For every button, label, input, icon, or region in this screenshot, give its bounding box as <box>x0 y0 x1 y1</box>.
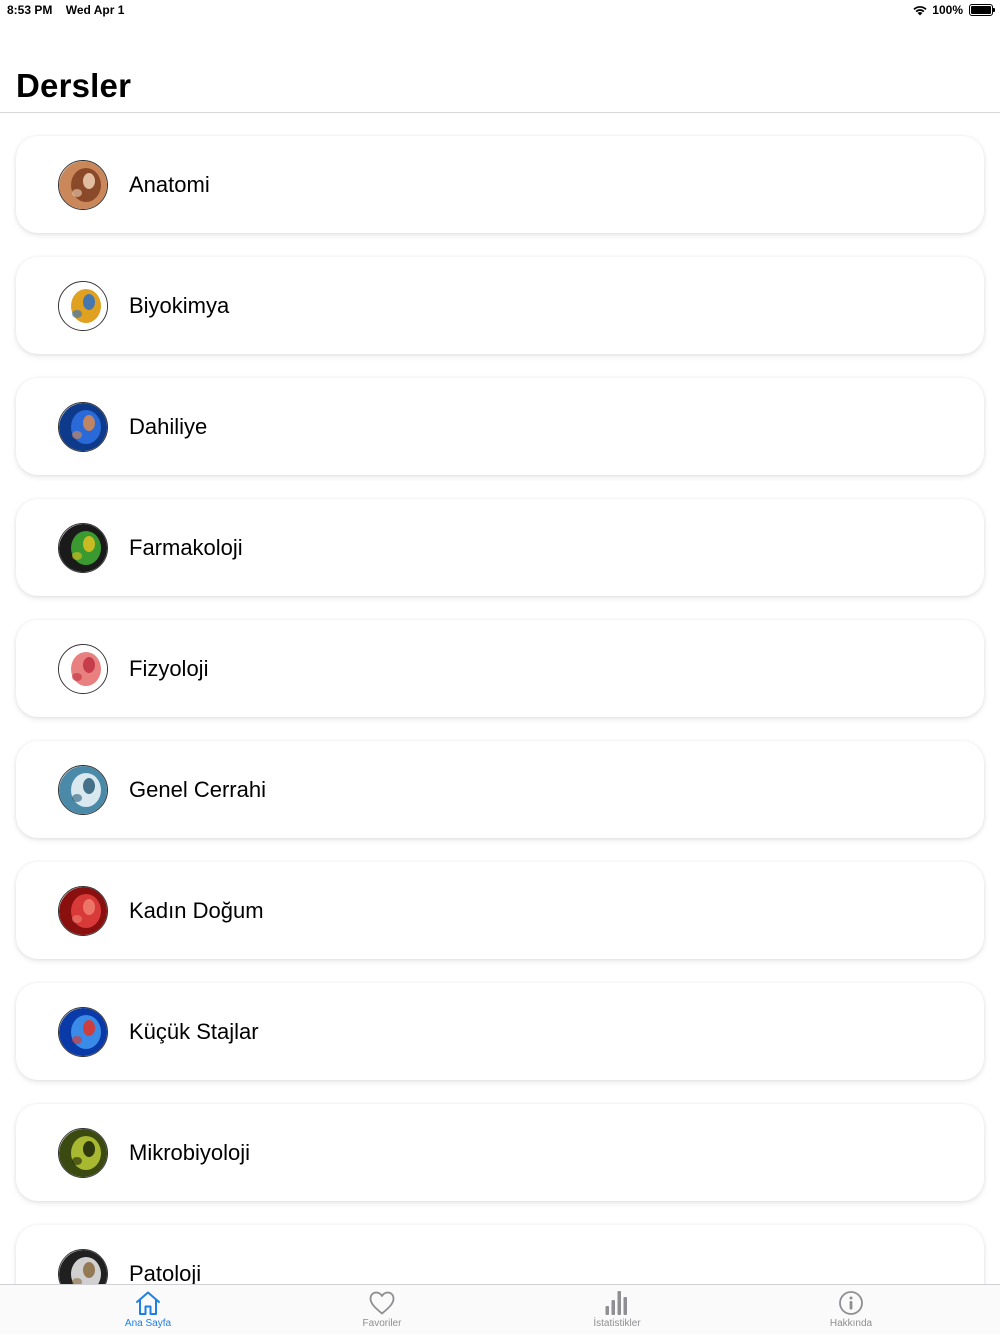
course-card[interactable]: Biyokimya <box>16 257 984 354</box>
bar-chart-icon <box>605 1291 627 1315</box>
tab-label: Ana Sayfa <box>124 1318 172 1329</box>
dna-helix-icon <box>58 280 108 331</box>
pills-icon <box>58 522 108 573</box>
battery-fill <box>971 6 991 14</box>
status-bar: 8:53 PM Wed Apr 1 100% <box>0 0 1000 20</box>
course-card[interactable]: Farmakoloji <box>16 499 984 596</box>
tab-bar: Ana Sayfa Favoriler İstatistikler Hakkın… <box>0 1284 1000 1334</box>
anatomy-head-icon <box>58 159 108 210</box>
tab-istatistikler[interactable]: İstatistikler <box>557 1285 677 1335</box>
status-left: 8:53 PM Wed Apr 1 <box>7 3 134 17</box>
fetus-icon <box>58 885 108 936</box>
course-label: Fizyoloji <box>129 655 209 681</box>
battery-percent: 100% <box>932 3 963 17</box>
course-label: Kadın Doğum <box>129 897 264 923</box>
course-card[interactable]: Fizyoloji <box>16 620 984 717</box>
page-title: Dersler <box>16 67 132 104</box>
course-label: Mikrobiyoloji <box>129 1139 251 1165</box>
course-label: Dahiliye <box>129 413 208 439</box>
microscope-icon <box>58 1248 108 1284</box>
course-card[interactable]: Küçük Stajlar <box>16 983 984 1080</box>
course-label: Genel Cerrahi <box>129 776 266 802</box>
bacteria-icon <box>58 1127 108 1178</box>
course-label: Anatomi <box>129 171 210 197</box>
course-label: Patoloji <box>129 1260 202 1285</box>
course-card[interactable]: Anatomi <box>16 136 984 233</box>
surgery-team-icon <box>58 764 108 815</box>
course-card[interactable]: Patoloji <box>16 1225 984 1284</box>
internal-organs-icon <box>58 401 108 452</box>
course-list[interactable]: Anatomi Biyokimya Dahiliye Farmakoloji F… <box>0 113 1000 1284</box>
status-time: 8:53 PM <box>7 3 53 17</box>
battery-icon <box>969 4 995 16</box>
course-card[interactable]: Kadın Doğum <box>16 862 984 959</box>
status-right: 100% <box>912 3 995 17</box>
course-card[interactable]: Dahiliye <box>16 378 984 475</box>
status-date: Wed Apr 1 <box>65 3 125 17</box>
spine-xray-icon <box>58 1006 108 1057</box>
course-label: Biyokimya <box>129 292 230 318</box>
course-card[interactable]: Mikrobiyoloji <box>16 1104 984 1201</box>
tab-label: Favoriler <box>362 1318 402 1329</box>
tab-label: Hakkında <box>829 1318 873 1329</box>
info-icon <box>839 1291 863 1315</box>
home-icon <box>136 1291 160 1315</box>
course-label: Farmakoloji <box>129 534 243 560</box>
tab-label: İstatistikler <box>593 1318 641 1329</box>
wifi-icon <box>913 6 927 16</box>
heart-icon <box>369 1291 395 1315</box>
tab-favoriler[interactable]: Favoriler <box>322 1285 442 1335</box>
tab-hakkinda[interactable]: Hakkında <box>791 1285 911 1335</box>
navigation-header: Dersler <box>0 20 1000 113</box>
tab-ana-sayfa[interactable]: Ana Sayfa <box>88 1285 208 1335</box>
course-card[interactable]: Genel Cerrahi <box>16 741 984 838</box>
course-label: Küçük Stajlar <box>129 1018 259 1044</box>
heart-anatomy-icon <box>58 643 108 694</box>
